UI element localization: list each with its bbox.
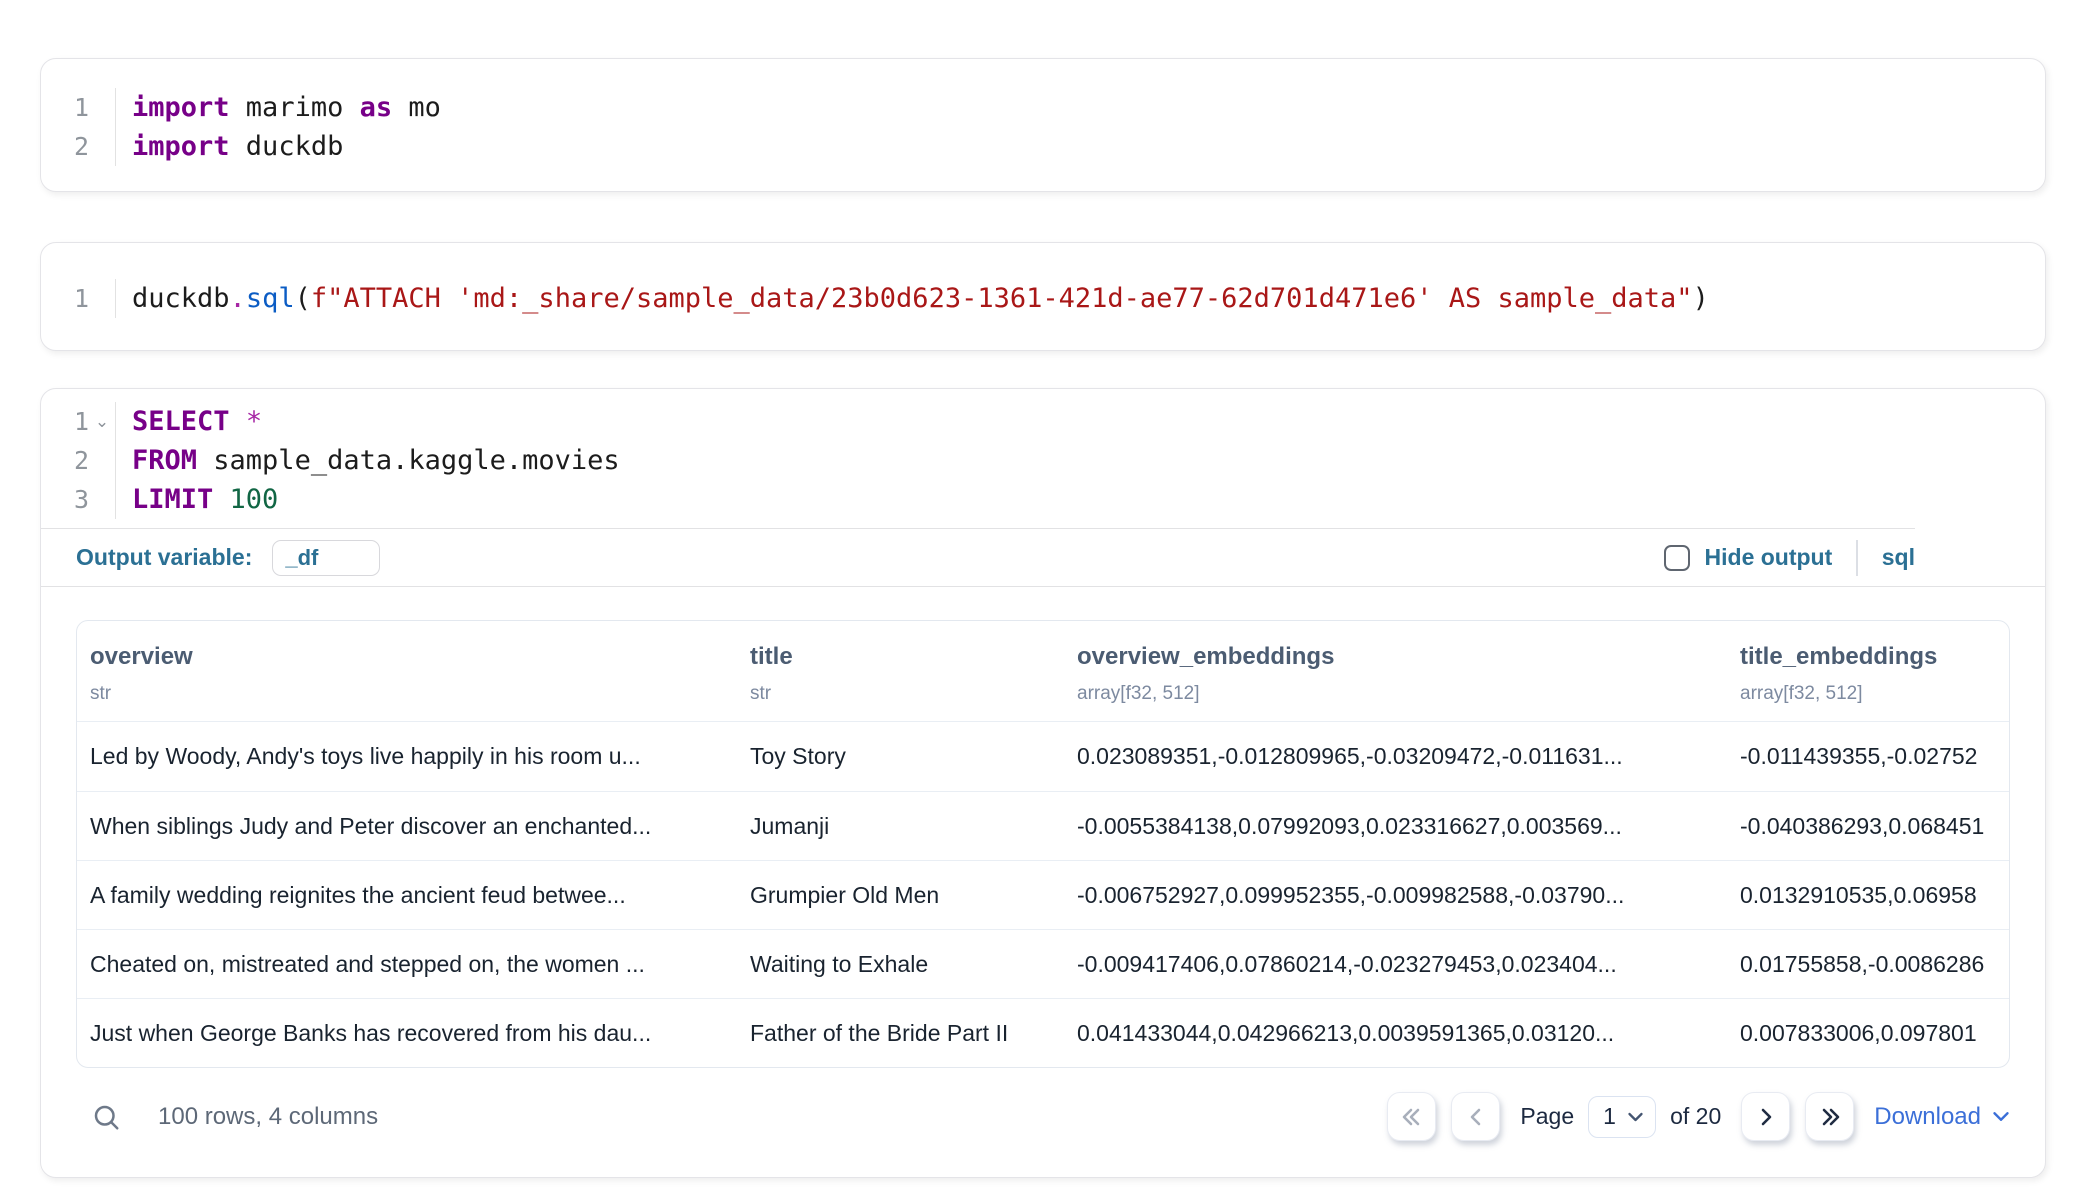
- table-row[interactable]: A family wedding reignites the ancient f…: [77, 860, 2009, 929]
- table-row[interactable]: Cheated on, mistreated and stepped on, t…: [77, 929, 2009, 998]
- page-select[interactable]: 1: [1588, 1096, 1656, 1138]
- footer-divider: [1856, 540, 1858, 576]
- code-editor[interactable]: 1 duckdb.sql(f"ATTACH 'md:_share/sample_d…: [41, 266, 2045, 327]
- gutter-spacer: [89, 441, 115, 480]
- table-row[interactable]: When siblings Judy and Peter discover an…: [77, 791, 2009, 860]
- table-cell: Cheated on, mistreated and stepped on, t…: [77, 951, 737, 978]
- column-name: title: [750, 643, 1064, 671]
- code-text: import marimo as mo: [115, 88, 2045, 127]
- table-cell: A family wedding reignites the ancient f…: [77, 882, 737, 909]
- rows-summary: 100 rows, 4 columns: [158, 1103, 378, 1131]
- chevron-right-icon: [1754, 1105, 1778, 1129]
- code-line[interactable]: 1 import marimo as mo: [41, 88, 2045, 127]
- table-cell: Waiting to Exhale: [737, 951, 1064, 978]
- code-text: duckdb.sql(f"ATTACH 'md:_share/sample_da…: [115, 279, 2045, 318]
- table-cell: Grumpier Old Men: [737, 882, 1064, 909]
- output-variable-label: Output variable:: [76, 544, 252, 571]
- column-type: array[f32, 512]: [1740, 683, 2009, 705]
- table-cell: Father of the Bride Part II: [737, 1020, 1064, 1047]
- code-cell-sql-query[interactable]: 1⌄SELECT *2FROM sample_data.kaggle.movie…: [40, 388, 2046, 1178]
- fold-chevron-icon[interactable]: ⌄: [89, 402, 115, 441]
- cell-output: overview str title str overview_embeddingsar…: [41, 587, 2045, 1177]
- chevron-left-icon: [1464, 1105, 1488, 1129]
- table-cell: -0.011439355,-0.02752: [1727, 743, 2009, 770]
- line-number: 1: [41, 402, 89, 441]
- column-type: str: [90, 683, 737, 705]
- code-line[interactable]: 1 duckdb.sql(f"ATTACH 'md:_share/sample_d…: [41, 279, 2045, 318]
- chevrons-left-icon: [1400, 1105, 1424, 1129]
- code-text: import duckdb: [115, 127, 2045, 166]
- gutter-spacer: [89, 127, 115, 166]
- download-button[interactable]: Download: [1874, 1103, 2010, 1131]
- pagination: Page 1 of 20: [1387, 1092, 2010, 1141]
- code-editor[interactable]: 1 import marimo as mo 2 import duckdb: [41, 75, 2045, 175]
- table-cell: 0.0132910535,0.06958: [1727, 882, 2009, 909]
- code-text: LIMIT 100: [115, 480, 2045, 519]
- hide-output-label: Hide output: [1705, 544, 1833, 571]
- code-line[interactable]: 2 import duckdb: [41, 127, 2045, 166]
- table-cell: -0.0055384138,0.07992093,0.023316627,0.0…: [1064, 813, 1727, 840]
- table-cell: When siblings Judy and Peter discover an…: [77, 813, 737, 840]
- page-count-label: of 20: [1670, 1103, 1721, 1130]
- code-line[interactable]: 3 LIMIT 100: [41, 480, 2045, 519]
- table-cell: Jumanji: [737, 813, 1064, 840]
- gutter-spacer: [89, 88, 115, 127]
- column-header-title_embeddings[interactable]: title_embeddings array[f32, 512]: [1727, 643, 2009, 705]
- gutter-spacer: [89, 480, 115, 519]
- first-page-button[interactable]: [1387, 1092, 1436, 1141]
- column-header-overview_embeddings[interactable]: overview_embeddings array[f32, 512]: [1064, 643, 1727, 705]
- code-text: SELECT *: [115, 402, 2045, 441]
- table-cell: 0.023089351,-0.012809965,-0.03209472,-0.…: [1064, 743, 1727, 770]
- code-line[interactable]: 1⌄SELECT *: [41, 402, 2045, 441]
- table-cell: -0.009417406,0.07860214,-0.023279453,0.0…: [1064, 951, 1727, 978]
- hide-output-checkbox[interactable]: [1664, 545, 1690, 571]
- prev-page-button[interactable]: [1451, 1092, 1500, 1141]
- table-cell: 0.01755858,-0.0086286: [1727, 951, 2009, 978]
- column-name: overview: [90, 643, 737, 671]
- last-page-button[interactable]: [1805, 1092, 1854, 1141]
- table-cell: Toy Story: [737, 743, 1064, 770]
- table-cell: -0.006752927,0.099952355,-0.009982588,-0…: [1064, 882, 1727, 909]
- column-type: str: [750, 683, 1064, 705]
- code-cell-attach[interactable]: 1 duckdb.sql(f"ATTACH 'md:_share/sample_d…: [40, 242, 2046, 351]
- notebook: 1 import marimo as mo 2 import duckdb 1 duck…: [40, 58, 2046, 1178]
- chevron-down-icon: [1992, 1110, 2010, 1123]
- line-number: 3: [41, 480, 89, 519]
- chevrons-right-icon: [1818, 1105, 1842, 1129]
- next-page-button[interactable]: [1741, 1092, 1790, 1141]
- table-cell: -0.040386293,0.068451: [1727, 813, 2009, 840]
- page-select-value: 1: [1603, 1103, 1616, 1130]
- gutter-spacer: [89, 279, 115, 318]
- table-cell: 0.007833006,0.097801: [1727, 1020, 2009, 1047]
- chevron-down-icon: [1627, 1111, 1644, 1123]
- code-text: FROM sample_data.kaggle.movies: [115, 441, 2045, 480]
- column-type: array[f32, 512]: [1077, 683, 1727, 705]
- code-editor[interactable]: 1⌄SELECT *2FROM sample_data.kaggle.movie…: [41, 389, 2045, 528]
- table-cell: Just when George Banks has recovered fro…: [77, 1020, 737, 1047]
- code-line[interactable]: 2 FROM sample_data.kaggle.movies: [41, 441, 2045, 480]
- line-number: 2: [41, 127, 89, 166]
- download-label: Download: [1874, 1103, 1981, 1131]
- code-cell-imports[interactable]: 1 import marimo as mo 2 import duckdb: [40, 58, 2046, 192]
- search-icon[interactable]: [91, 1102, 121, 1132]
- table-body: Led by Woody, Andy's toys live happily i…: [77, 722, 2009, 1067]
- language-toggle-sql[interactable]: sql: [1882, 544, 1915, 571]
- line-number: 1: [41, 279, 89, 318]
- line-number: 2: [41, 441, 89, 480]
- dataframe-table: overview str title str overview_embeddingsar…: [76, 620, 2010, 1068]
- table-header-row: overview str title str overview_embeddingsar…: [77, 621, 2009, 722]
- output-variable-input[interactable]: [272, 540, 380, 576]
- cell-footer: Output variable: Hide output sql: [41, 529, 2045, 587]
- column-name: title_embeddings: [1740, 643, 2009, 671]
- line-number: 1: [41, 88, 89, 127]
- column-name: overview_embeddings: [1077, 643, 1727, 671]
- page-label: Page: [1520, 1103, 1574, 1130]
- column-header-overview[interactable]: overview str: [77, 643, 737, 705]
- table-toolbar: 100 rows, 4 columns Page: [76, 1068, 2010, 1177]
- table-row[interactable]: Just when George Banks has recovered fro…: [77, 998, 2009, 1067]
- table-row[interactable]: Led by Woody, Andy's toys live happily i…: [77, 722, 2009, 791]
- column-header-title[interactable]: title str: [737, 643, 1064, 705]
- table-cell: 0.041433044,0.042966213,0.0039591365,0.0…: [1064, 1020, 1727, 1047]
- table-cell: Led by Woody, Andy's toys live happily i…: [77, 743, 737, 770]
